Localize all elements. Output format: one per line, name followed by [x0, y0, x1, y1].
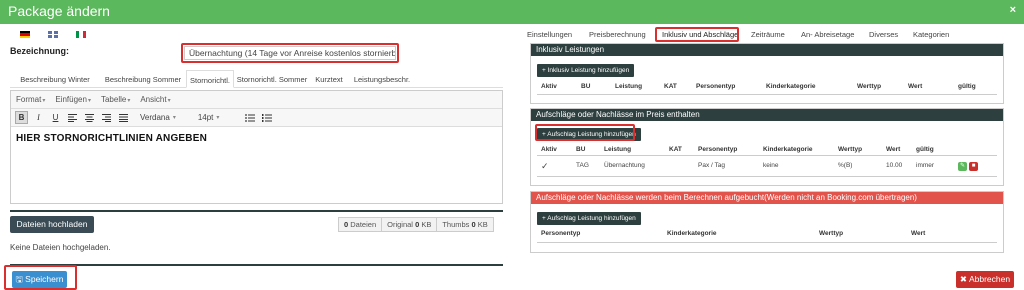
inklusiv-leistungen-panel: Inklusiv Leistungen + Inklusiv Leistung …	[530, 43, 1004, 104]
file-stats: 0 Dateien Original 0 KB Thumbs 0 KB	[338, 217, 494, 232]
flag-de-icon[interactable]	[20, 31, 30, 38]
cell-bu: TAG	[576, 162, 589, 169]
row-divider	[537, 94, 997, 95]
row-divider	[537, 176, 997, 177]
editor-menubar: Format▾ Einfügen▾ Tabelle▾ Ansicht▾	[11, 91, 502, 109]
menu-einfuegen[interactable]: Einfügen▾	[55, 95, 91, 104]
no-files-message: Keine Dateien hochgeladen.	[10, 243, 111, 252]
edit-icon[interactable]: ✎	[958, 162, 967, 171]
align-right-icon[interactable]	[100, 111, 113, 124]
underline-icon[interactable]: U	[49, 111, 62, 124]
description-tabs: Beschreibung Winter Beschreibung Sommer …	[10, 70, 503, 88]
menu-tabelle[interactable]: Tabelle▾	[101, 95, 130, 104]
highlight-box	[535, 124, 635, 141]
align-justify-icon[interactable]	[117, 111, 130, 124]
window-title-bar: Package ändern ×	[0, 0, 1024, 24]
bezeichnung-label: Bezeichnung:	[10, 46, 70, 56]
save-button[interactable]: 🖫 Speichern	[12, 271, 67, 288]
column-header: Wert	[886, 146, 901, 153]
column-header: BU	[576, 146, 586, 153]
cell-wert: 10.00	[886, 162, 903, 169]
add-inklusiv-button[interactable]: + Inklusiv Leistung hinzufügen	[537, 64, 635, 77]
font-size-select[interactable]: 14pt ▾	[198, 113, 220, 122]
column-header: Kinderkategorie	[766, 83, 816, 90]
column-header: KAT	[669, 146, 682, 153]
divider	[10, 264, 503, 266]
tab-beschreibung-winter[interactable]: Beschreibung Winter	[10, 70, 100, 88]
tab-kategorien[interactable]: Kategorien	[913, 30, 949, 39]
close-icon[interactable]: ×	[1010, 4, 1016, 16]
align-left-icon[interactable]	[66, 111, 79, 124]
tab-an-abreisetage[interactable]: An- Abreisetage	[801, 30, 854, 39]
highlight-box	[655, 27, 739, 42]
cell-werttyp: %(B)	[838, 162, 853, 169]
column-header: Aktiv	[541, 146, 557, 153]
panel-title: Aufschläge oder Nachlässe im Preis entha…	[531, 109, 1003, 121]
file-count-badge: 0 Dateien	[338, 217, 383, 232]
tab-kurztext[interactable]: Kurztext	[308, 70, 350, 88]
tab-preisberechnung[interactable]: Preisberechnung	[589, 30, 646, 39]
column-header: Kinderkategorie	[667, 230, 717, 237]
column-header: Kinderkategorie	[763, 146, 813, 153]
tab-stornorichtl[interactable]: Stornorichtl.	[186, 70, 234, 88]
font-family-select[interactable]: Verdana ▾	[140, 113, 176, 122]
panel-title: Aufschläge oder Nachlässe werden beim Be…	[531, 192, 1003, 204]
cell-kinderkategorie: keine	[763, 162, 779, 169]
tab-einstellungen[interactable]: Einstellungen	[527, 30, 572, 39]
align-center-icon[interactable]	[83, 111, 96, 124]
menu-ansicht[interactable]: Ansicht▾	[140, 95, 170, 104]
editor-toolbar: B I U Verdana ▾ 14pt ▾	[11, 109, 502, 127]
save-icon: 🖫	[15, 274, 23, 284]
aufschlaege-aufgebucht-panel: Aufschläge oder Nachlässe werden beim Be…	[530, 191, 1004, 253]
menu-format[interactable]: Format▾	[16, 95, 45, 104]
divider	[10, 210, 503, 212]
aufschlaege-enthalten-panel: Aufschläge oder Nachlässe im Preis entha…	[530, 108, 1004, 186]
column-header: Werttyp	[857, 83, 882, 90]
tab-diverses[interactable]: Diverses	[869, 30, 898, 39]
cancel-button[interactable]: ✖ Abbrechen	[956, 271, 1014, 288]
column-header: Werttyp	[838, 146, 863, 153]
upload-files-button[interactable]: Dateien hochladen	[10, 216, 94, 233]
column-header: Aktiv	[541, 83, 557, 90]
language-selector	[20, 31, 86, 38]
panel-title: Inklusiv Leistungen	[531, 44, 1003, 56]
cell-leistung: Übernachtung	[604, 162, 645, 169]
close-icon: ✖	[959, 274, 968, 284]
column-header: gültig	[958, 83, 976, 90]
italic-icon[interactable]: I	[32, 111, 45, 124]
bullet-list-icon[interactable]	[243, 111, 256, 124]
column-header: Personentyp	[698, 146, 738, 153]
delete-icon[interactable]: ■	[969, 162, 978, 171]
thumbs-size-badge: Thumbs 0 KB	[436, 217, 494, 232]
tab-stornorichtl-sommer[interactable]: Stornorichtl. Sommer	[236, 70, 308, 88]
original-size-badge: Original 0 KB	[381, 217, 438, 232]
column-header: Personentyp	[541, 230, 581, 237]
editor-content[interactable]: HIER STORNORICHTLINIEN ANGEBEN	[11, 127, 502, 150]
check-icon: ✓	[541, 161, 549, 171]
column-header: Wert	[908, 83, 923, 90]
column-header: KAT	[664, 83, 677, 90]
tab-beschreibung-sommer[interactable]: Beschreibung Sommer	[100, 70, 186, 88]
cell-gueltig: immer	[916, 162, 935, 169]
row-divider	[537, 242, 997, 243]
column-header: Leistung	[615, 83, 643, 90]
column-header: Wert	[911, 230, 926, 237]
column-header: Personentyp	[696, 83, 736, 90]
column-header: BU	[581, 83, 591, 90]
bold-icon[interactable]: B	[15, 111, 28, 124]
column-header: Leistung	[604, 146, 632, 153]
column-header: Werttyp	[819, 230, 844, 237]
add-aufschlag-aufgebucht-button[interactable]: + Aufschlag Leistung hinzufügen	[537, 212, 641, 225]
flag-uk-icon[interactable]	[48, 31, 58, 38]
window-title: Package ändern	[8, 3, 110, 19]
bezeichnung-input[interactable]: Übernachtung (14 Tage vor Anreise kosten…	[184, 46, 396, 60]
cell-personentyp: Pax / Tag	[698, 162, 725, 169]
flag-it-icon[interactable]	[76, 31, 86, 38]
tab-zeitraeume[interactable]: Zeiträume	[751, 30, 785, 39]
tab-leistungsbeschr[interactable]: Leistungsbeschr.	[350, 70, 414, 88]
rich-text-editor: Format▾ Einfügen▾ Tabelle▾ Ansicht▾ B I …	[10, 90, 503, 204]
numbered-list-icon[interactable]	[260, 111, 273, 124]
row-divider	[537, 155, 997, 156]
column-header: gültig	[916, 146, 934, 153]
